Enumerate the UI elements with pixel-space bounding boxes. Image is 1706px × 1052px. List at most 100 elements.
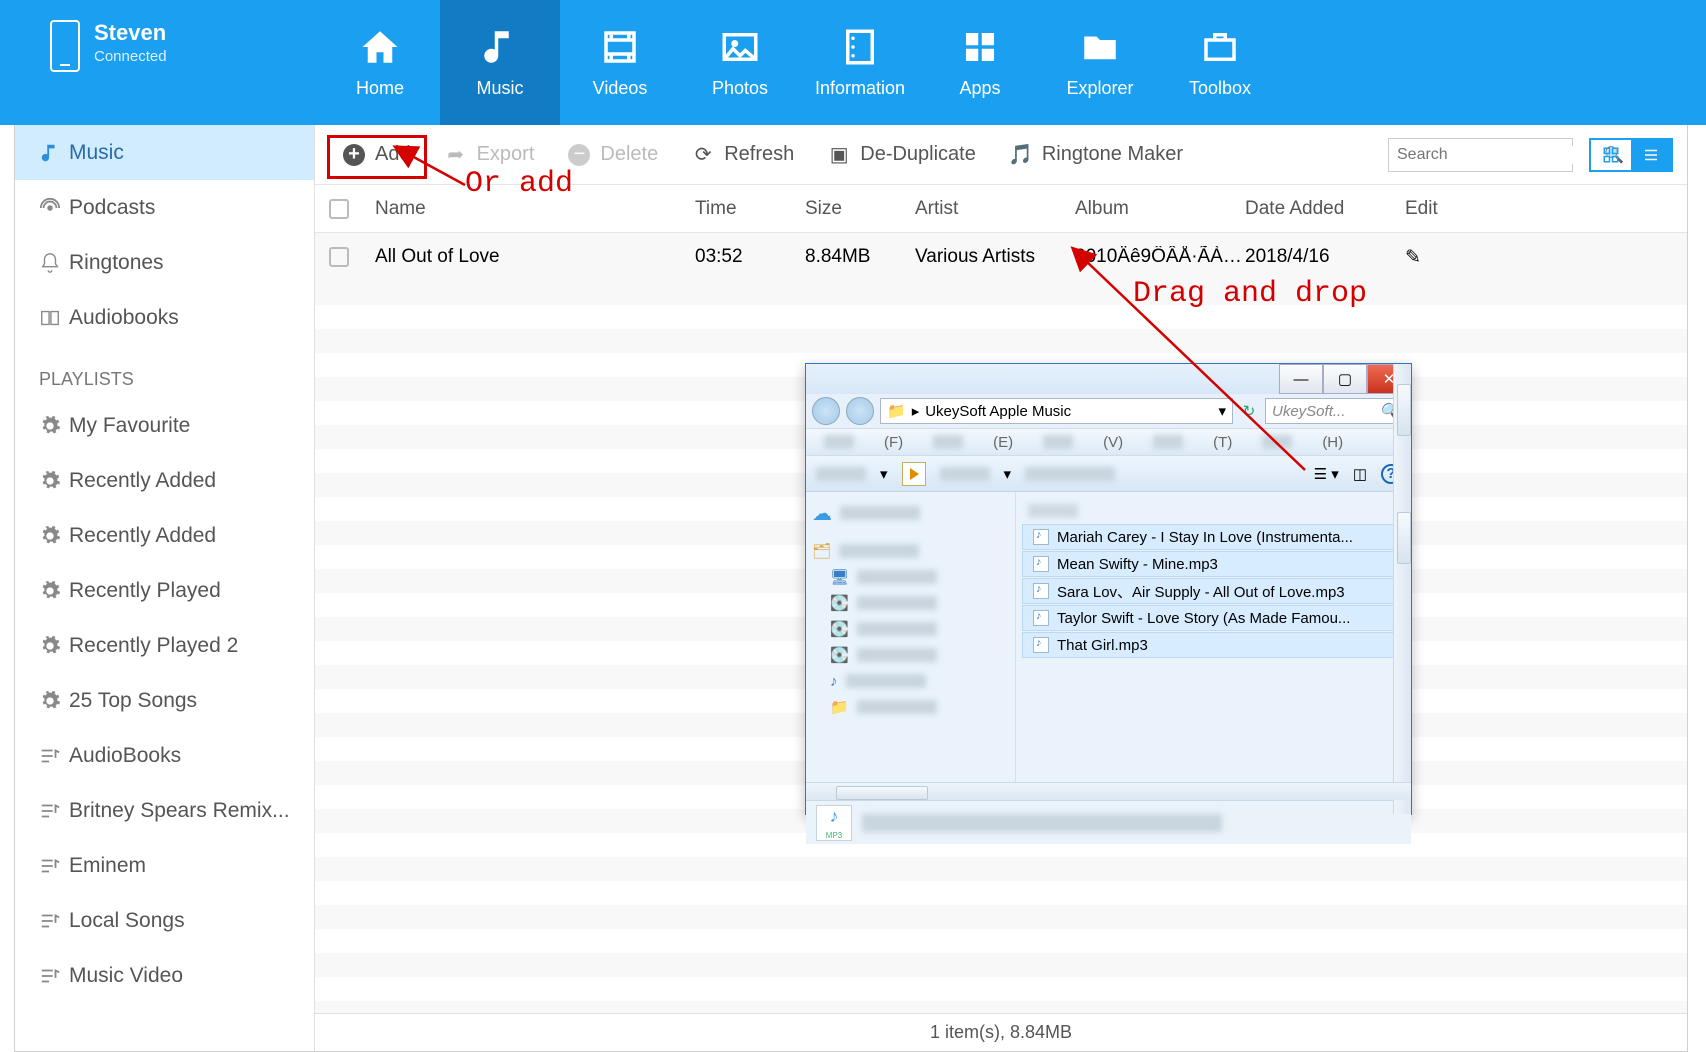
phone-icon — [50, 20, 80, 72]
sidebar-item-ringtones[interactable]: Ringtones — [15, 235, 314, 290]
playlist-item[interactable]: Eminem — [15, 838, 314, 893]
search-input[interactable] — [1397, 146, 1604, 164]
minus-icon: − — [568, 144, 590, 166]
status-bar: 1 item(s), 8.84MB — [315, 1013, 1687, 1051]
nav-back-button[interactable] — [812, 397, 840, 425]
ringtone-icon: 🎵 — [1010, 144, 1032, 166]
col-name[interactable]: Name — [375, 198, 695, 220]
gear-icon — [39, 580, 61, 602]
refresh-icon[interactable]: ↻ — [1239, 402, 1259, 420]
plus-icon: + — [343, 144, 365, 166]
playlist-item[interactable]: Local Songs — [15, 893, 314, 948]
deduplicate-button[interactable]: ▣De-Duplicate — [814, 137, 990, 172]
music-icon: ♪ — [830, 673, 838, 690]
explorer-h-scrollbar[interactable] — [806, 782, 1411, 800]
maximize-button[interactable]: ▢ — [1323, 364, 1367, 394]
sidebar-item-podcasts[interactable]: Podcasts — [15, 180, 314, 235]
add-button[interactable]: +Add — [329, 137, 425, 172]
playlist-icon — [39, 965, 61, 987]
file-explorer-window[interactable]: — ▢ ✕ 📁 ▸ UkeySoft Apple Music ▾ ↻ UkeyS… — [805, 363, 1412, 815]
gear-icon — [39, 525, 61, 547]
col-date[interactable]: Date Added — [1245, 198, 1405, 220]
playlist-icon — [39, 800, 61, 822]
toolbar: +Add ➦Export −Delete ⟳Refresh ▣De-Duplic… — [315, 125, 1687, 185]
col-edit[interactable]: Edit — [1405, 198, 1465, 220]
playlist-icon — [39, 910, 61, 932]
list-view-button[interactable] — [1631, 140, 1671, 170]
explorer-titlebar[interactable]: — ▢ ✕ — [806, 364, 1411, 394]
tab-toolbox[interactable]: Toolbox — [1160, 0, 1280, 125]
podcast-icon — [39, 197, 61, 219]
playlist-item[interactable]: My Favourite — [15, 398, 314, 453]
address-field[interactable]: 📁 ▸ UkeySoft Apple Music ▾ — [880, 398, 1233, 424]
file-item[interactable]: Mean Swifty - Mine.mp3 — [1022, 551, 1405, 577]
playlist-item[interactable]: 25 Top Songs — [15, 673, 314, 728]
playlist-item[interactable]: Recently Added — [15, 508, 314, 563]
playlists-heading: PLAYLISTS — [15, 345, 314, 398]
tab-explorer[interactable]: Explorer — [1040, 0, 1160, 125]
export-button[interactable]: ➦Export — [431, 137, 549, 172]
folder-icon: 📁 — [887, 402, 906, 420]
export-icon: ➦ — [445, 144, 467, 166]
play-button[interactable] — [902, 462, 926, 486]
delete-button[interactable]: −Delete — [554, 137, 672, 172]
drive-icon: 💽 — [830, 646, 849, 664]
edit-button[interactable]: ✎ — [1405, 246, 1465, 269]
file-item[interactable]: That Girl.mp3 — [1022, 632, 1405, 658]
drive-icon: 💽 — [830, 620, 849, 638]
tab-home[interactable]: Home — [320, 0, 440, 125]
row-checkbox[interactable] — [329, 247, 349, 267]
refresh-icon: ⟳ — [692, 144, 714, 166]
ringtone-maker-button[interactable]: 🎵Ringtone Maker — [996, 137, 1197, 172]
playlist-item[interactable]: Recently Played — [15, 563, 314, 618]
gear-icon — [39, 470, 61, 492]
col-time[interactable]: Time — [695, 198, 805, 220]
table-row[interactable]: All Out of Love03:528.84MBVarious Artist… — [315, 233, 1687, 281]
sidebar-item-audiobooks[interactable]: Audiobooks — [15, 290, 314, 345]
select-all-checkbox[interactable] — [329, 199, 349, 219]
empty-rows-area: — ▢ ✕ 📁 ▸ UkeySoft Apple Music ▾ ↻ UkeyS… — [315, 281, 1687, 1013]
col-album[interactable]: Album — [1075, 198, 1245, 220]
file-item[interactable]: Sara Lov、Air Supply - All Out of Love.mp… — [1022, 578, 1405, 604]
files-scrollbar[interactable] — [1393, 492, 1411, 782]
folder-icon: 📁 — [830, 698, 849, 716]
file-item[interactable]: Mariah Carey - I Stay In Love (Instrumen… — [1022, 524, 1405, 550]
content-area: +Add ➦Export −Delete ⟳Refresh ▣De-Duplic… — [315, 125, 1687, 1051]
playlist-item[interactable]: Britney Spears Remix... — [15, 783, 314, 838]
explorer-nav-pane[interactable]: ☁ 🗂 🖥 💽 💽 💽 ♪ 📁 — [806, 492, 1016, 782]
playlist-item[interactable]: AudioBooks — [15, 728, 314, 783]
explorer-search[interactable]: UkeySoft...🔍 — [1265, 398, 1405, 424]
col-size[interactable]: Size — [805, 198, 915, 220]
drive-icon: 🖥 — [830, 568, 849, 586]
audio-file-icon — [1033, 610, 1049, 626]
explorer-file-list[interactable]: Mariah Carey - I Stay In Love (Instrumen… — [1016, 492, 1411, 782]
playlist-item[interactable]: Recently Played 2 — [15, 618, 314, 673]
sidebar-item-music[interactable]: Music — [15, 125, 314, 180]
search-box[interactable]: 🔍 — [1388, 138, 1573, 172]
gear-icon — [39, 415, 61, 437]
playlist-item[interactable]: Music Video — [15, 948, 314, 1003]
mp3-icon: MP3 — [816, 805, 852, 841]
device-panel: Steven Connected — [0, 0, 320, 125]
library-icon: 🗂 — [812, 542, 831, 560]
playlist-item[interactable]: Recently Added — [15, 453, 314, 508]
tab-information[interactable]: Information — [800, 0, 920, 125]
file-item[interactable]: Taylor Swift - Love Story (As Made Famou… — [1022, 605, 1405, 631]
grid-view-button[interactable] — [1591, 140, 1631, 170]
view-options-icon[interactable]: ☰ ▾ — [1314, 465, 1339, 483]
preview-pane-icon[interactable]: ◫ — [1353, 465, 1367, 483]
device-name: Steven — [94, 20, 167, 46]
tab-music[interactable]: Music — [440, 0, 560, 125]
explorer-address-bar: 📁 ▸ UkeySoft Apple Music ▾ ↻ UkeySoft...… — [806, 394, 1411, 428]
device-status: Connected — [94, 48, 167, 65]
dedup-icon: ▣ — [828, 144, 850, 166]
explorer-status-bar: MP3 — [806, 800, 1411, 844]
tab-photos[interactable]: Photos — [680, 0, 800, 125]
nav-forward-button[interactable] — [846, 397, 874, 425]
tab-apps[interactable]: Apps — [920, 0, 1040, 125]
tab-videos[interactable]: Videos — [560, 0, 680, 125]
col-artist[interactable]: Artist — [915, 198, 1075, 220]
minimize-button[interactable]: — — [1279, 364, 1323, 394]
bell-icon — [39, 252, 61, 274]
refresh-button[interactable]: ⟳Refresh — [678, 137, 808, 172]
